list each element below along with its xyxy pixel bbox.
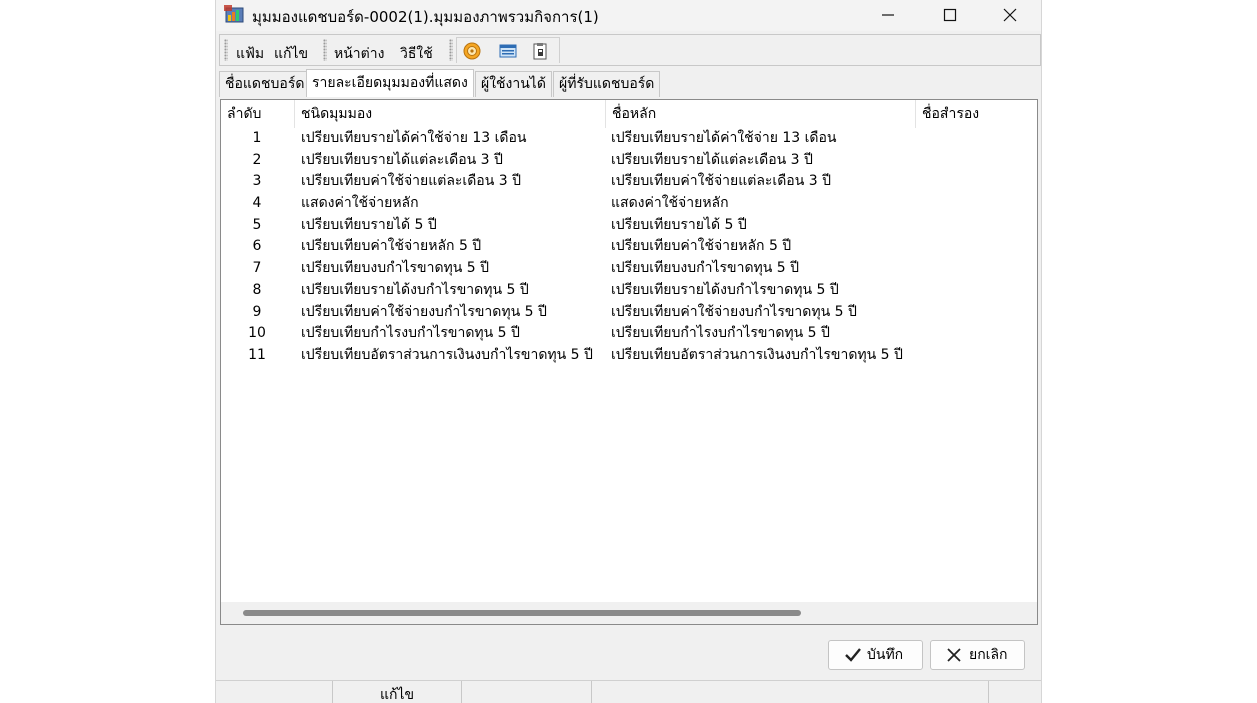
row-order-cell: 10 <box>248 325 266 342</box>
view-list-table: ลำดับ ชนิดมุมมอง ชื่อหลัก ชื่อสำรอง 1 เปร… <box>220 99 1038 625</box>
table-row[interactable]: 6 เปรียบเทียบค่าใช้จ่ายหลัก 5 ปี เปรียบเที… <box>221 236 1037 258</box>
save-button[interactable]: บันทึก <box>828 640 923 670</box>
tab-users[interactable]: ผู้ใช้งานได้ <box>475 71 552 97</box>
status-cell <box>462 681 592 703</box>
toolbar-grip[interactable] <box>224 39 228 61</box>
status-cell <box>592 681 989 703</box>
horizontal-scrollbar[interactable] <box>221 602 1037 624</box>
minimize-button[interactable] <box>859 0 917 30</box>
menu-help[interactable]: วิธีใช้ <box>400 43 433 65</box>
row-main-name-cell: เปรียบเทียบรายได้ค่าใช้จ่าย 13 เดือน <box>611 130 837 146</box>
status-bar: แก้ไข <box>216 680 1041 703</box>
row-order-cell: 6 <box>252 238 262 255</box>
window-title: มุมมองแดชบอร์ด-0002(1).มุมมองภาพรวมกิจกา… <box>252 8 599 26</box>
maximize-icon <box>943 8 957 22</box>
column-header-order[interactable]: ลำดับ <box>221 100 295 128</box>
row-order-cell: 4 <box>252 195 262 212</box>
row-order-cell: 9 <box>252 303 262 320</box>
row-order-cell: 7 <box>252 260 262 277</box>
row-main-name-cell: เปรียบเทียบรายได้ 5 ปี <box>611 216 747 233</box>
row-view-type-cell: แสดงค่าใช้จ่ายหลัก <box>301 195 419 212</box>
row-order-cell: 5 <box>252 216 262 233</box>
row-view-type-cell: เปรียบเทียบรายได้แต่ละเดือน 3 ปี <box>301 151 503 168</box>
row-main-name-cell: เปรียบเทียบกำไรงบกำไรขาดทุน 5 ปี <box>611 325 830 342</box>
close-button[interactable] <box>981 0 1039 30</box>
table-row[interactable]: 1 เปรียบเทียบรายได้ค่าใช้จ่าย 13 เดือน เปร… <box>221 128 1037 150</box>
row-view-type-cell: เปรียบเทียบรายได้งบกำไรขาดทุน 5 ปี <box>301 281 529 298</box>
dashboard-view-window: มุมมองแดชบอร์ด-0002(1).มุมมองภาพรวมกิจกา… <box>215 0 1042 703</box>
row-main-name-cell: เปรียบเทียบค่าใช้จ่ายแต่ละเดือน 3 ปี <box>611 173 831 190</box>
title-bar: มุมมองแดชบอร์ด-0002(1).มุมมองภาพรวมกิจกา… <box>216 0 1041 31</box>
table-header: ลำดับ ชนิดมุมมอง ชื่อหลัก ชื่อสำรอง <box>221 100 1037 128</box>
row-order-cell: 2 <box>252 151 262 168</box>
row-view-type-cell: เปรียบเทียบรายได้ 5 ปี <box>301 216 437 233</box>
menu-file[interactable]: แฟ้ม <box>236 43 264 65</box>
window-icon[interactable] <box>499 42 517 60</box>
table-row[interactable]: 4 แสดงค่าใช้จ่ายหลัก แสดงค่าใช้จ่ายหลัก <box>221 193 1037 215</box>
row-view-type-cell: เปรียบเทียบค่าใช้จ่ายหลัก 5 ปี <box>301 238 482 255</box>
table-row[interactable]: 9 เปรียบเทียบค่าใช้จ่ายงบกำไรขาดทุน 5 ปี เ… <box>221 302 1037 324</box>
cancel-button-label: ยกเลิก <box>969 647 1008 663</box>
tab-dashboard-name[interactable]: ชื่อแดชบอร์ด <box>219 71 311 97</box>
table-row[interactable]: 11 เปรียบเทียบอัตราส่วนการเงินงบกำไรขาดทุ… <box>221 345 1037 367</box>
checkmark-icon <box>845 648 861 662</box>
menu-toolbar: แฟ้ม แก้ไข หน้าต่าง วิธีใช้ <box>219 34 1041 66</box>
resize-grip[interactable] <box>989 681 1041 703</box>
row-main-name-cell: แสดงค่าใช้จ่ายหลัก <box>611 195 729 212</box>
table-body: 1 เปรียบเทียบรายได้ค่าใช้จ่าย 13 เดือน เปร… <box>221 128 1037 367</box>
table-row[interactable]: 5 เปรียบเทียบรายได้ 5 ปี เปรียบเทียบรายได้… <box>221 215 1037 237</box>
row-main-name-cell: เปรียบเทียบค่าใช้จ่ายหลัก 5 ปี <box>611 238 792 255</box>
cross-icon <box>947 648 961 662</box>
row-view-type-cell: เปรียบเทียบอัตราส่วนการเงินงบกำไรขาดทุน … <box>301 346 593 363</box>
app-chart-icon <box>224 5 244 23</box>
row-main-name-cell: เปรียบเทียบรายได้แต่ละเดือน 3 ปี <box>611 151 813 168</box>
row-view-type-cell: เปรียบเทียบกำไรงบกำไรขาดทุน 5 ปี <box>301 325 520 342</box>
clipboard-icon[interactable] <box>531 42 549 60</box>
tab-view-details[interactable]: รายละเอียดมุมมองที่แสดง <box>306 69 474 97</box>
row-view-type-cell: เปรียบเทียบค่าใช้จ่ายงบกำไรขาดทุน 5 ปี <box>301 303 547 320</box>
column-header-alt-name[interactable]: ชื่อสำรอง <box>916 100 1039 128</box>
close-icon <box>1003 8 1017 22</box>
toolbar-grip[interactable] <box>449 39 453 61</box>
table-row[interactable]: 3 เปรียบเทียบค่าใช้จ่ายแต่ละเดือน 3 ปี เปร… <box>221 171 1037 193</box>
maximize-button[interactable] <box>921 0 979 30</box>
row-main-name-cell: เปรียบเทียบค่าใช้จ่ายงบกำไรขาดทุน 5 ปี <box>611 303 857 320</box>
menu-edit[interactable]: แก้ไข <box>274 43 308 65</box>
scrollbar-thumb[interactable] <box>243 610 801 616</box>
table-row[interactable]: 10 เปรียบเทียบกำไรงบกำไรขาดทุน 5 ปี เปรียบ… <box>221 323 1037 345</box>
minimize-icon <box>882 14 894 16</box>
disc-icon[interactable] <box>463 42 481 60</box>
save-button-label: บันทึก <box>867 647 904 663</box>
row-view-type-cell: เปรียบเทียบรายได้ค่าใช้จ่าย 13 เดือน <box>301 130 527 146</box>
row-order-cell: 8 <box>252 281 262 298</box>
table-row[interactable]: 7 เปรียบเทียบงบกำไรขาดทุน 5 ปี เปรียบเทียบ… <box>221 258 1037 280</box>
table-row[interactable]: 2 เปรียบเทียบรายได้แต่ละเดือน 3 ปี เปรียบเ… <box>221 150 1037 172</box>
tab-recipients[interactable]: ผู้ที่รับแดชบอร์ด <box>553 71 661 97</box>
row-order-cell: 3 <box>252 173 262 190</box>
status-mode: แก้ไข <box>333 681 462 703</box>
row-order-cell: 1 <box>252 130 262 146</box>
column-header-main-name[interactable]: ชื่อหลัก <box>606 100 916 128</box>
column-header-view-type[interactable]: ชนิดมุมมอง <box>295 100 606 128</box>
table-row[interactable]: 8 เปรียบเทียบรายได้งบกำไรขาดทุน 5 ปี เปรีย… <box>221 280 1037 302</box>
row-view-type-cell: เปรียบเทียบงบกำไรขาดทุน 5 ปี <box>301 260 490 277</box>
row-view-type-cell: เปรียบเทียบค่าใช้จ่ายแต่ละเดือน 3 ปี <box>301 173 521 190</box>
row-main-name-cell: เปรียบเทียบรายได้งบกำไรขาดทุน 5 ปี <box>611 281 839 298</box>
row-main-name-cell: เปรียบเทียบอัตราส่วนการเงินงบกำไรขาดทุน … <box>611 346 903 363</box>
row-main-name-cell: เปรียบเทียบงบกำไรขาดทุน 5 ปี <box>611 260 800 277</box>
status-cell <box>216 681 333 703</box>
row-order-cell: 11 <box>248 346 266 363</box>
cancel-button[interactable]: ยกเลิก <box>930 640 1025 670</box>
toolbar-grip[interactable] <box>323 39 327 61</box>
menu-window[interactable]: หน้าต่าง <box>334 43 384 65</box>
